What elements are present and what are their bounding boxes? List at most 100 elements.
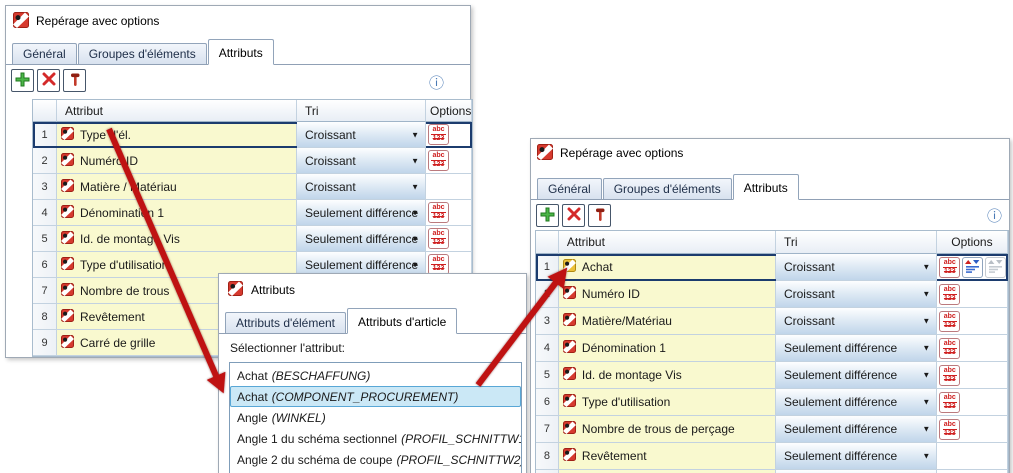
table-header: Attribut Tri Options [536,231,1008,254]
attribute-cell[interactable]: Matière / Matériau [57,174,297,200]
attribute-tag-icon [563,286,576,302]
attribute-listbox[interactable]: Achat(BESCHAFFUNG) Achat(COMPONENT_PROCU… [229,362,522,473]
tab-attributs-article[interactable]: Attributs d'article [347,308,457,334]
attribute-cell[interactable]: Numéro ID [57,148,297,174]
abc123-format-button[interactable]: abc123 [428,124,449,145]
sort-dropdown[interactable]: Croissant ▼ [297,148,426,174]
abc123-format-button[interactable]: abc123 [939,257,960,278]
table-row[interactable]: 6 Type d'utilisation Seulement différenc… [536,389,1008,416]
attribute-cell[interactable]: Id. de montage Vis [57,226,297,252]
table-row[interactable]: 4 Dénomination 1 Seulement différence ▼ … [33,200,472,226]
attribute-cell[interactable]: Type d'él. [57,122,297,148]
row-number: 8 [33,304,57,330]
table-row[interactable]: 8 Revêtement Seulement différence ▼ [536,443,1008,470]
tab-attributs[interactable]: Attributs [208,39,274,65]
tab-attributs-element[interactable]: Attributs d'élément [225,312,346,333]
tab-general[interactable]: Général [537,178,602,199]
tab-strip: Attributs d'élément Attributs d'article [219,306,526,334]
info-icon[interactable]: ⓘ [987,209,1002,224]
table-row[interactable]: 5 Id. de montage Vis Seulement différenc… [33,226,472,252]
attribute-name: Angle 2 du schéma de coupe [237,453,392,467]
chevron-down-icon: ▼ [922,452,930,461]
list-item[interactable]: Achat(BESCHAFFUNG) [230,365,521,386]
attribute-cell[interactable]: Type d'utilisation [559,389,776,416]
sort-dropdown[interactable]: Seulement différence ▼ [297,200,426,226]
window-reperage-options-right: Repérage avec options Général Groupes d'… [530,138,1010,473]
table-row[interactable]: 2 Numéro ID Croissant ▼ abc123 [536,281,1008,308]
hammer-icon [593,207,607,225]
table-row[interactable]: 7 Nombre de trous de perçage Seulement d… [536,416,1008,443]
sort-value: Croissant [305,180,356,194]
delete-attribute-button[interactable] [37,69,60,92]
tab-groupes-elements[interactable]: Groupes d'éléments [78,43,207,64]
attribute-label: Type d'utilisation [80,258,168,272]
delete-attribute-button[interactable] [562,204,585,227]
abc123-format-button[interactable]: abc123 [939,419,960,440]
tool-hammer-button[interactable] [63,69,86,92]
tool-hammer-button[interactable] [588,204,611,227]
list-item-selected[interactable]: Achat(COMPONENT_PROCUREMENT) [230,386,521,407]
abc123-format-button[interactable]: abc123 [939,338,960,359]
header-tri: Tri [776,231,937,254]
list-item[interactable]: Angle(WINKEL) [230,407,521,428]
sort-dropdown[interactable]: Seulement différence ▼ [776,416,937,443]
abc123-format-button[interactable]: abc123 [428,228,449,249]
sort-dropdown[interactable]: Croissant ▼ [297,174,426,200]
attribute-cell[interactable]: Revêtement [559,443,776,470]
abc123-format-button[interactable]: abc123 [428,202,449,223]
attribute-cell[interactable]: Achat [559,254,776,281]
abc123-format-button[interactable]: abc123 [428,150,449,171]
table-row[interactable]: 5 Id. de montage Vis Seulement différenc… [536,362,1008,389]
chevron-down-icon: ▼ [411,208,419,217]
attribute-cell[interactable]: Dénomination 1 [57,200,297,226]
sort-value: Croissant [784,287,835,301]
table-row[interactable]: 3 Matière/Matériau Croissant ▼ abc123 [536,308,1008,335]
abc123-format-button[interactable]: abc123 [939,311,960,332]
sort-dropdown[interactable]: Croissant ▼ [297,122,426,148]
abc123-format-button[interactable]: abc123 [939,365,960,386]
attribute-cell[interactable]: Nombre de trous de perçage [559,416,776,443]
table-row[interactable]: 4 Dénomination 1 Seulement différence ▼ … [536,335,1008,362]
sort-dropdown[interactable]: Seulement différence ▼ [776,389,937,416]
list-item[interactable]: Angle 2 du schéma de coupe(PROFIL_SCHNIT… [230,449,521,470]
sort-dropdown[interactable]: Croissant ▼ [776,308,937,335]
add-attribute-button[interactable] [11,69,34,92]
sort-list-button[interactable] [962,257,983,278]
add-attribute-button[interactable] [536,204,559,227]
sort-dropdown[interactable]: Croissant ▼ [776,281,937,308]
row-number: 4 [33,200,57,226]
tab-general[interactable]: Général [12,43,77,64]
info-icon[interactable]: ⓘ [429,76,444,91]
hammer-icon [68,72,82,90]
abc123-format-button[interactable]: abc123 [428,254,449,275]
row-number: 6 [536,389,559,416]
abc123-format-button[interactable]: abc123 [939,284,960,305]
table-row[interactable]: 3 Matière / Matériau Croissant ▼ [33,174,472,200]
sort-dropdown[interactable]: Seulement différence ▼ [297,226,426,252]
table-row[interactable]: 1 Type d'él. Croissant ▼ abc123 [33,122,472,148]
sort-value: Croissant [305,154,356,168]
attribute-label: Nombre de trous [80,284,169,298]
options-cell: abc123 [426,122,472,148]
sort-value: Seulement différence [784,368,897,382]
sort-value: Seulement différence [305,232,418,246]
plus-icon [15,72,30,90]
sort-dropdown[interactable]: Seulement différence ▼ [776,362,937,389]
sort-value: Seulement différence [305,206,418,220]
attribute-cell[interactable]: Id. de montage Vis [559,362,776,389]
attribute-cell[interactable]: Dénomination 1 [559,335,776,362]
attribute-cell[interactable]: Matière/Matériau [559,308,776,335]
row-number: 8 [536,443,559,470]
tab-groupes-elements[interactable]: Groupes d'éléments [603,178,732,199]
table-row[interactable]: 1 Achat Croissant ▼ abc123 [536,254,1008,281]
sort-dropdown[interactable]: Seulement différence ▼ [776,443,937,470]
attribute-tag-icon [61,179,74,195]
attribute-cell[interactable]: Numéro ID [559,281,776,308]
table-row[interactable]: 2 Numéro ID Croissant ▼ abc123 [33,148,472,174]
sort-dropdown[interactable]: Croissant ▼ [776,254,937,281]
abc123-format-button[interactable]: abc123 [939,392,960,413]
list-item[interactable]: Angle 1 du schéma sectionnel(PROFIL_SCHN… [230,428,521,449]
tab-attributs[interactable]: Attributs [733,174,799,200]
sort-list-icon [965,259,980,276]
sort-dropdown[interactable]: Seulement différence ▼ [776,335,937,362]
